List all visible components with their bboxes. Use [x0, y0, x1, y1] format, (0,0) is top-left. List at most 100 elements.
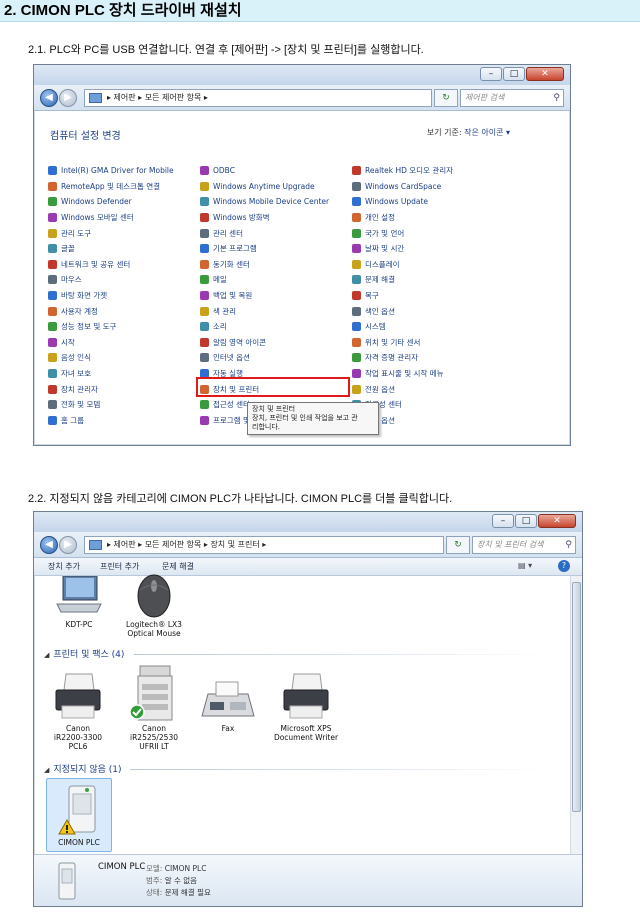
control-panel-item[interactable]: 작업 표시줄 및 시작 메뉴	[352, 366, 453, 382]
device-label: Optical Mouse	[127, 629, 181, 638]
back-icon[interactable]: ◀	[40, 536, 58, 554]
control-panel-item[interactable]: 사용자 계정	[48, 303, 174, 319]
control-panel-item[interactable]: 색 관리	[200, 303, 329, 319]
add-device-button[interactable]: 장치 추가	[48, 561, 80, 572]
group-printers-header[interactable]: ◢ 프린터 및 팩스 (4)	[44, 647, 124, 660]
group-unspecified-header[interactable]: ◢ 지정되지 않음 (1)	[44, 762, 122, 775]
tooltip-line: 장치, 프린터 및 인쇄 작업을 보고 관	[252, 414, 358, 422]
control-panel-item[interactable]: 시작	[48, 335, 174, 351]
control-panel-item-label: ODBC	[213, 166, 235, 176]
scrollbar-thumb[interactable]	[572, 582, 581, 812]
control-panel-item[interactable]: 국가 및 언어	[352, 225, 453, 241]
search-input[interactable]: 제어판 검색 ⚲	[460, 89, 564, 107]
view-by[interactable]: 보기 기준: 작은 아이콘 ▾	[427, 127, 510, 138]
control-panel-item-icon	[48, 337, 57, 347]
control-panel-item[interactable]: 백업 및 복원	[200, 288, 329, 304]
control-panel-item[interactable]: 시스템	[352, 319, 453, 335]
address-field[interactable]: ▸ 제어판 ▸ 모든 제어판 항목 ▸	[84, 89, 432, 107]
device-mouse[interactable]: Logitech® LX3 Optical Mouse	[122, 572, 186, 638]
forward-icon[interactable]: ▶	[59, 89, 77, 107]
close-button[interactable]: ✕	[526, 67, 564, 81]
maximize-button[interactable]: □	[503, 67, 525, 81]
control-panel-item-icon	[200, 213, 209, 223]
refresh-icon[interactable]: ↻	[434, 89, 458, 107]
control-panel-item[interactable]: 메일	[200, 272, 329, 288]
control-panel-item[interactable]: 글꼴	[48, 241, 174, 257]
control-panel-item[interactable]: RemoteApp 및 데스크톱 연결	[48, 179, 174, 195]
control-panel-item[interactable]: 관리 도구	[48, 225, 174, 241]
minimize-button[interactable]: –	[492, 514, 514, 528]
control-panel-item[interactable]: 전원 옵션	[352, 381, 453, 397]
control-panel-item[interactable]: 음성 인식	[48, 350, 174, 366]
control-panel-item-label: 전화 및 모뎀	[61, 400, 101, 410]
add-printer-button[interactable]: 프린터 추가	[100, 561, 139, 572]
forward-icon[interactable]: ▶	[59, 536, 77, 554]
control-panel-item[interactable]: 디스플레이	[352, 257, 453, 273]
control-panel-item[interactable]: Realtek HD 오디오 관리자	[352, 163, 453, 179]
printer-canon-ir2525[interactable]: Canon iR2525/2530 UFRII LT	[120, 664, 188, 751]
control-panel-item[interactable]: 바탕 화면 가젯	[48, 288, 174, 304]
control-panel-item[interactable]: 관리 센터	[200, 225, 329, 241]
control-panel-item-label: 개인 설정	[365, 213, 395, 223]
group-divider	[130, 769, 554, 770]
device-laptop[interactable]: KDT-PC	[48, 575, 110, 629]
control-panel-item-icon	[200, 306, 209, 316]
control-panel-item[interactable]: 색인 옵션	[352, 303, 453, 319]
control-panel-item[interactable]: 네트워크 및 공유 센터	[48, 257, 174, 273]
control-panel-item[interactable]: 장치 관리자	[48, 381, 174, 397]
control-panel-item-icon	[48, 181, 57, 191]
printer-label: Document Writer	[273, 733, 339, 742]
control-panel-item[interactable]: ODBC	[200, 163, 329, 179]
control-panel-item-label: 색 관리	[213, 306, 237, 316]
control-panel-item[interactable]: Windows Update	[352, 194, 453, 210]
control-panel-item[interactable]: 인터넷 옵션	[200, 350, 329, 366]
troubleshoot-button[interactable]: 문제 해결	[162, 561, 194, 572]
control-panel-item[interactable]: Windows Defender	[48, 194, 174, 210]
control-panel-item[interactable]: Windows 방화벽	[200, 210, 329, 226]
details-value: CIMON PLC	[164, 864, 207, 873]
control-panel-item[interactable]: 알림 영역 아이콘	[200, 335, 329, 351]
control-panel-item[interactable]: 문제 해결	[352, 272, 453, 288]
view-by-value[interactable]: 작은 아이콘 ▾	[464, 128, 510, 137]
control-panel-item-icon	[352, 337, 361, 347]
control-panel-item[interactable]: 소리	[200, 319, 329, 335]
printer-xps-writer[interactable]: Microsoft XPS Document Writer	[266, 672, 346, 742]
control-panel-item[interactable]: 자녀 보호	[48, 366, 174, 382]
control-panel-item-label: Windows Update	[365, 197, 429, 207]
control-panel-item[interactable]: 위치 및 기타 센서	[352, 335, 453, 351]
group-label: 지정되지 않음 (1)	[53, 765, 122, 775]
control-panel-item[interactable]: 동기화 센터	[200, 257, 329, 273]
folder-icon	[89, 540, 102, 550]
help-icon[interactable]: ?	[558, 560, 570, 572]
view-options-icon[interactable]: ▤ ▾	[518, 561, 532, 570]
details-pane: CIMON PLC 모델: CIMON PLC 범주: 알 수 없음 상태: 문…	[34, 854, 582, 906]
refresh-icon[interactable]: ↻	[446, 536, 470, 554]
control-panel-item[interactable]: 자격 증명 관리자	[352, 350, 453, 366]
search-input[interactable]: 장치 및 프린터 검색 ⚲	[472, 536, 576, 554]
vertical-scrollbar[interactable]	[570, 576, 582, 854]
control-panel-item[interactable]: 기본 프로그램	[200, 241, 329, 257]
device-label: KDT-PC	[65, 620, 93, 629]
control-panel-item[interactable]: 복구	[352, 288, 453, 304]
control-panel-item[interactable]: 전화 및 모뎀	[48, 397, 174, 413]
control-panel-item[interactable]: Windows Anytime Upgrade	[200, 179, 329, 195]
control-panel-item[interactable]: Windows 모바일 센터	[48, 210, 174, 226]
printer-fax[interactable]: Fax	[194, 680, 262, 733]
control-panel-item[interactable]: 성능 정보 및 도구	[48, 319, 174, 335]
back-icon[interactable]: ◀	[40, 89, 58, 107]
control-panel-item[interactable]: 날짜 및 시간	[352, 241, 453, 257]
control-panel-item[interactable]: Windows Mobile Device Center	[200, 194, 329, 210]
close-button[interactable]: ✕	[538, 514, 576, 528]
control-panel-item[interactable]: 마우스	[48, 272, 174, 288]
minimize-button[interactable]: –	[480, 67, 502, 81]
printer-canon-ir2200[interactable]: Canon iR2200-3300 PCL6	[44, 672, 112, 751]
maximize-button[interactable]: □	[515, 514, 537, 528]
control-panel-item[interactable]: 개인 설정	[352, 210, 453, 226]
control-panel-item-icon	[48, 166, 57, 176]
control-panel-item[interactable]: Windows CardSpace	[352, 179, 453, 195]
control-panel-item[interactable]: 홈 그룹	[48, 413, 174, 429]
address-field[interactable]: ▸ 제어판 ▸ 모든 제어판 항목 ▸ 장치 및 프린터 ▸	[84, 536, 444, 554]
plc-device-icon	[58, 785, 96, 835]
control-panel-item[interactable]: Intel(R) GMA Driver for Mobile	[48, 163, 174, 179]
device-cimon-plc[interactable]: CIMON PLC	[46, 784, 112, 847]
